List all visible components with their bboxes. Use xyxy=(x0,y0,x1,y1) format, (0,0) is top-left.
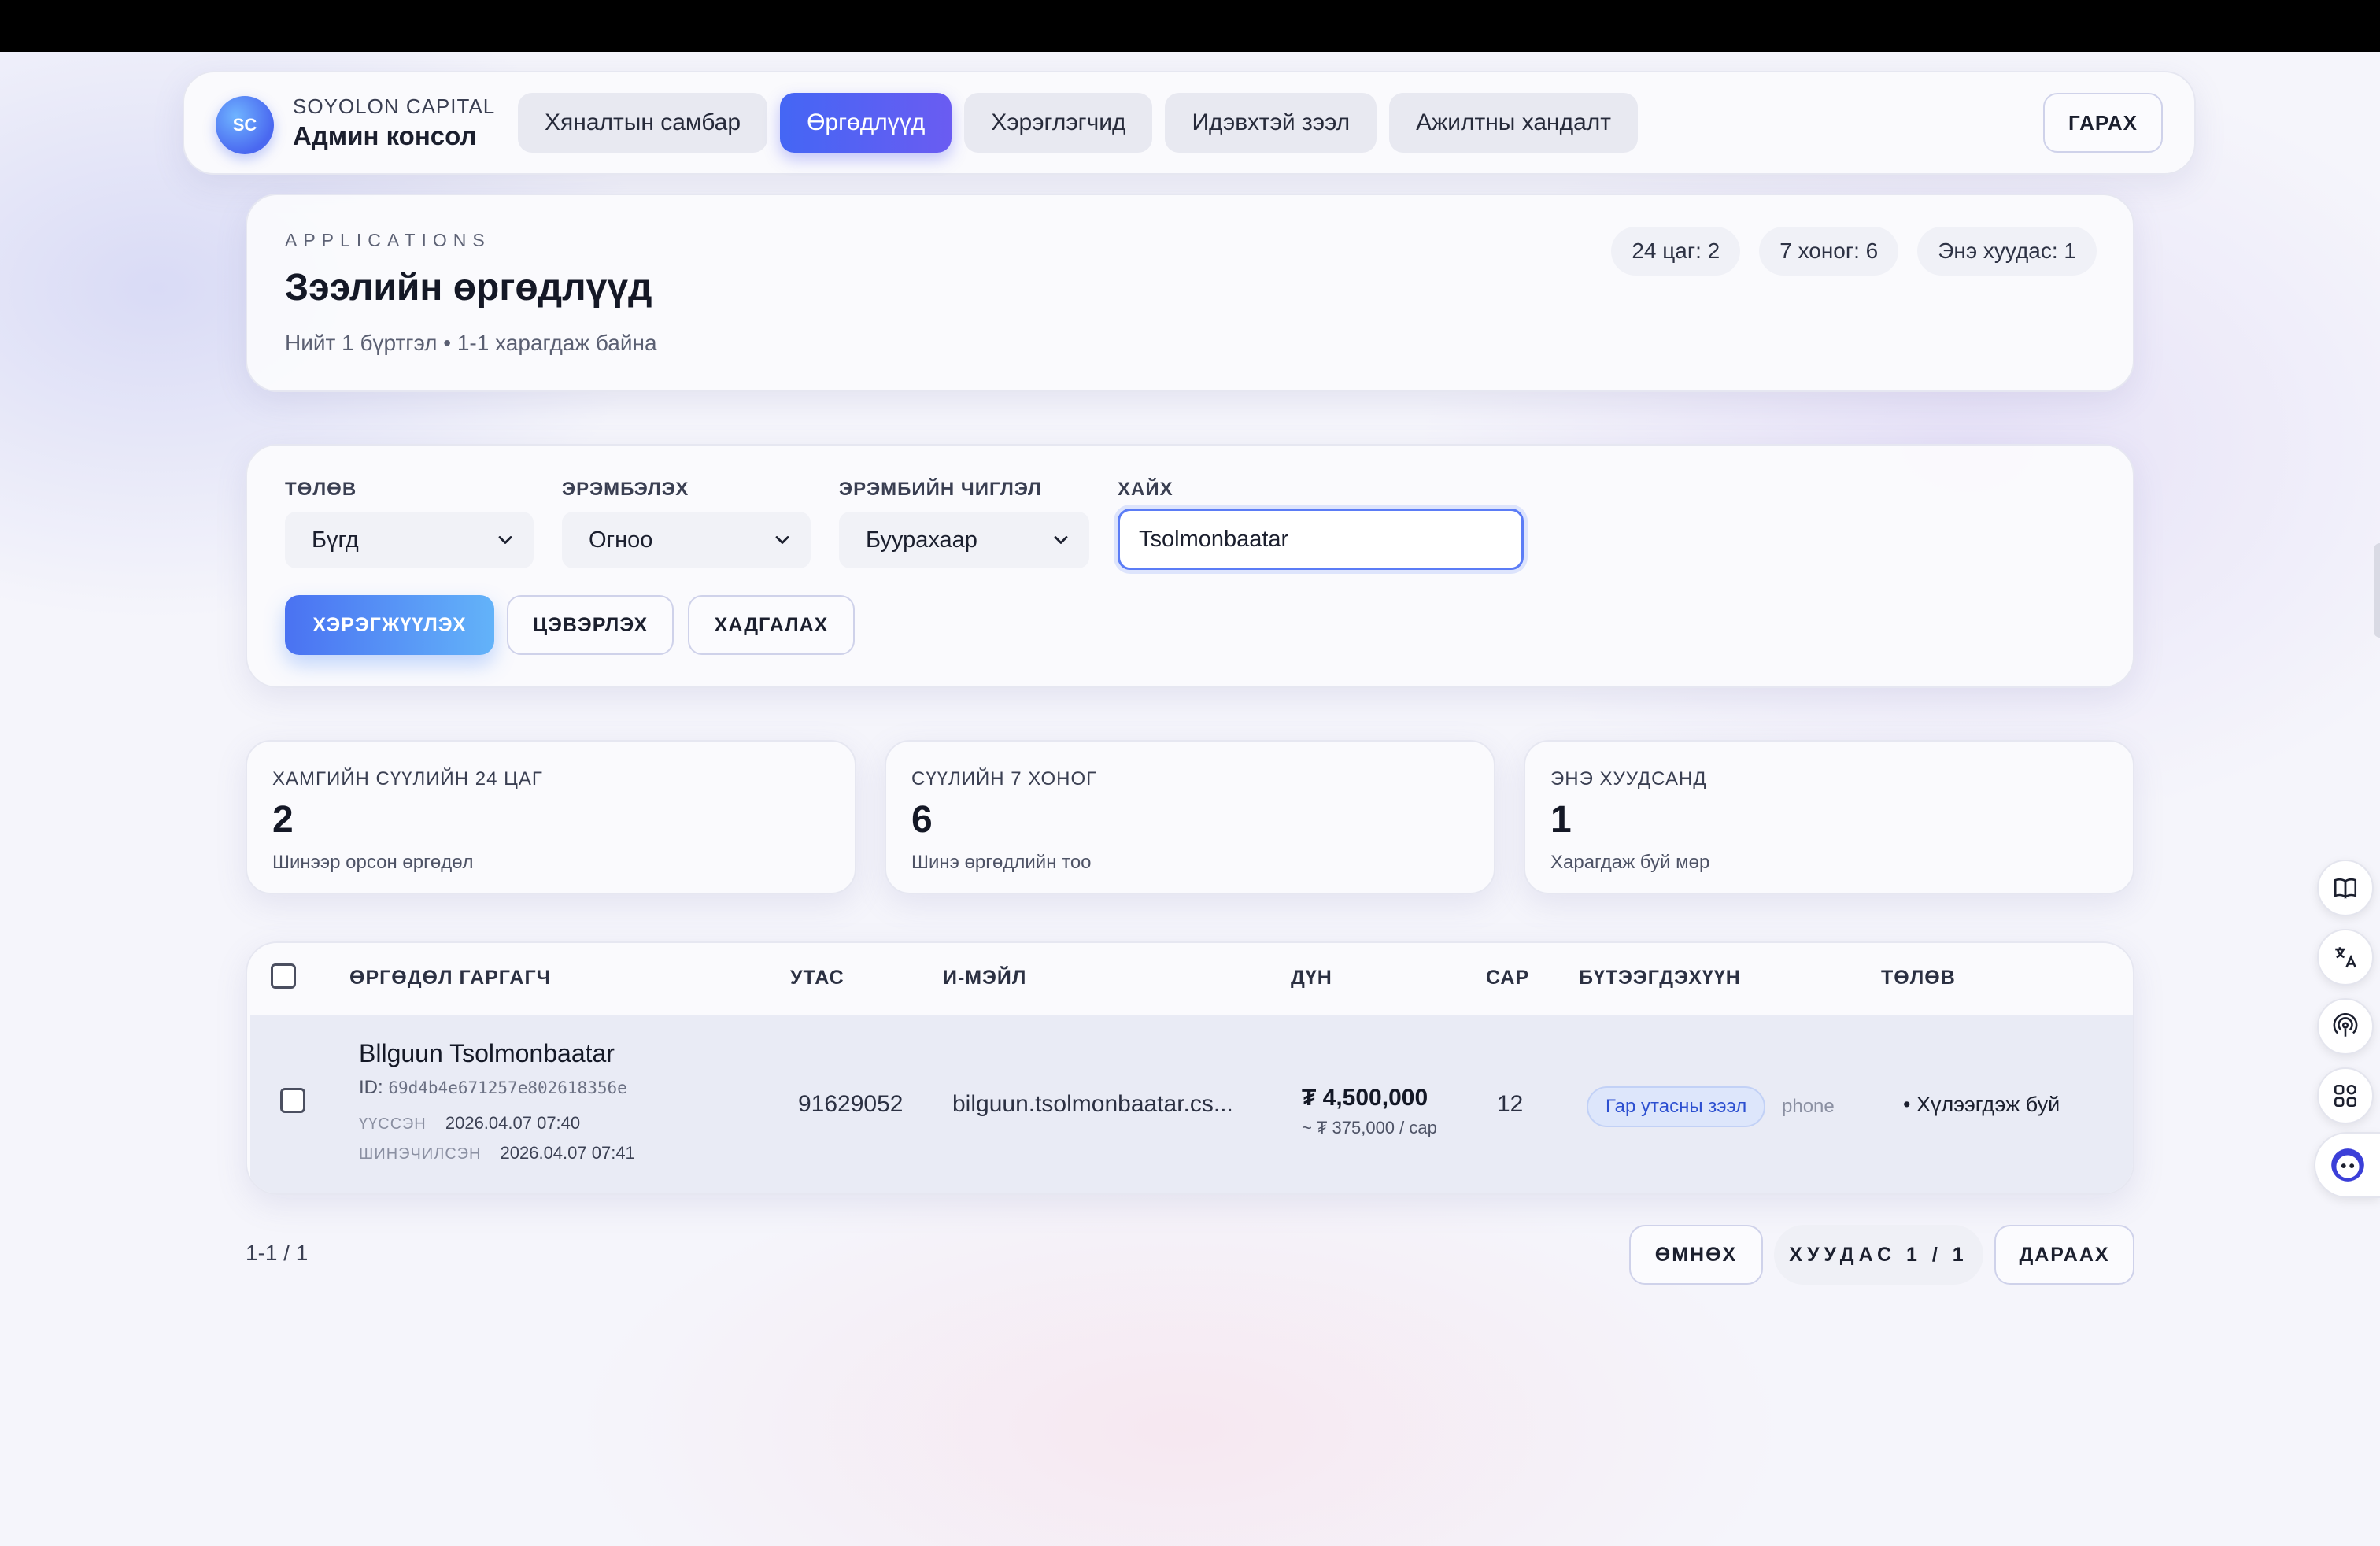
status-select-value: Бүгд xyxy=(312,527,359,553)
top-navigation: SC SOYOLON CAPITAL Админ консол Хяналтын… xyxy=(183,71,2196,175)
chip-this-page: Энэ хуудас: 1 xyxy=(1917,227,2097,276)
chevron-down-icon xyxy=(498,536,512,544)
brand-console: Админ консол xyxy=(293,121,477,150)
prev-page-button[interactable]: ӨМНӨХ xyxy=(1629,1225,1763,1285)
sort-select[interactable]: Огноо xyxy=(562,512,811,568)
created-label: ҮҮССЭН xyxy=(359,1115,427,1133)
status-select[interactable]: Бүгд xyxy=(285,512,534,568)
applicant-name: Bllguun Tsolmonbaatar xyxy=(359,1039,615,1067)
side-panel-handle[interactable] xyxy=(2374,543,2380,638)
page-indicator: ХУУДАС 1 / 1 xyxy=(1774,1225,1983,1285)
chevron-down-icon xyxy=(775,536,789,544)
stat-title: СҮҮЛИЙН 7 ХОНОГ xyxy=(911,768,1098,790)
tab-applications[interactable]: Өргөдлүүд xyxy=(780,93,952,153)
brand-logo: SC xyxy=(216,96,274,154)
save-filters-button[interactable]: ХАДГАЛАХ xyxy=(688,595,855,655)
updated-meta: ШИНЭЧИЛСЭН 2026.04.07 07:41 xyxy=(359,1143,635,1163)
phone-cell: 91629052 xyxy=(798,1091,904,1117)
summary-chips: 24 цаг: 2 7 хоног: 6 Энэ хуудас: 1 xyxy=(1611,227,2097,276)
table-header: ӨРГӨДӨЛ ГАРГАГЧ УТАС И-МЭЙЛ ДҮН САР БҮТЭ… xyxy=(247,943,2133,1015)
page-title: Зээлийн өргөдлүүд xyxy=(285,267,652,309)
stat-title: ХАМГИЙН СҮҮЛИЙН 24 ЦАГ xyxy=(272,768,543,790)
applications-table: ӨРГӨДӨЛ ГАРГАГЧ УТАС И-МЭЙЛ ДҮН САР БҮТЭ… xyxy=(246,941,2134,1195)
created-value: 2026.04.07 07:40 xyxy=(445,1113,581,1133)
logout-button[interactable]: ГАРАХ xyxy=(2043,93,2163,153)
row-checkbox[interactable] xyxy=(280,1088,305,1113)
direction-select[interactable]: Буурахаар xyxy=(839,512,1089,568)
search-input[interactable] xyxy=(1118,509,1524,570)
podcast-icon[interactable] xyxy=(2317,998,2374,1055)
search-label: ХАЙХ xyxy=(1118,479,1173,500)
results-count: 1-1 / 1 xyxy=(246,1241,309,1265)
id-value: 69d4b4e671257e802618356e xyxy=(388,1078,627,1097)
status-badge: • Хүлээгдэж буй xyxy=(1903,1093,2060,1116)
stat-value: 1 xyxy=(1550,799,1572,841)
brand-company: SOYOLON CAPITAL xyxy=(293,94,496,118)
status-filter-label: ТӨЛӨВ xyxy=(285,479,357,500)
id-label: ID: xyxy=(359,1077,383,1098)
sort-select-value: Огноо xyxy=(589,527,653,553)
chip-7d: 7 хоног: 6 xyxy=(1759,227,1899,276)
tab-active-loans[interactable]: Идэвхтэй зээл xyxy=(1165,93,1377,153)
filter-card: ТӨЛӨВ Бүгд ЭРЭМБЭЛЭХ Огноо ЭРЭМБИЙН ЧИГЛ… xyxy=(246,444,2134,688)
apps-icon[interactable] xyxy=(2317,1067,2374,1124)
email-cell: bilguun.tsolmonbaatar.cs... xyxy=(952,1091,1233,1117)
next-page-button[interactable]: ДАРААХ xyxy=(1994,1225,2134,1285)
sort-filter-label: ЭРЭМБЭЛЭХ xyxy=(562,479,689,500)
chevron-down-icon xyxy=(1054,536,1068,544)
stat-description: Шинэ өргөдлийн тоо xyxy=(911,852,1092,873)
stat-card-7d: СҮҮЛИЙН 7 ХОНОГ 6 Шинэ өргөдлийн тоо xyxy=(885,740,1495,894)
assistant-icon[interactable] xyxy=(2314,1132,2380,1198)
created-meta: ҮҮССЭН 2026.04.07 07:40 xyxy=(359,1113,580,1134)
stat-card-this-page: ЭНЭ ХУУДСАНД 1 Харагдаж буй мөр xyxy=(1524,740,2134,894)
column-product[interactable]: БҮТЭЭГДЭХҮҮН xyxy=(1579,967,1741,989)
tab-dashboard[interactable]: Хяналтын самбар xyxy=(518,93,768,153)
months-cell: 12 xyxy=(1497,1091,1524,1117)
column-email[interactable]: И-МЭЙЛ xyxy=(943,967,1026,989)
direction-filter-label: ЭРЭМБИЙН ЧИГЛЭЛ xyxy=(839,479,1042,500)
application-id: ID: 69d4b4e671257e802618356e xyxy=(359,1077,627,1099)
column-applicant[interactable]: ӨРГӨДӨЛ ГАРГАГЧ xyxy=(349,967,551,989)
clear-filters-button[interactable]: ЦЭВЭРЛЭХ xyxy=(507,595,674,655)
column-status[interactable]: ТӨЛӨВ xyxy=(1881,967,1956,989)
column-phone[interactable]: УТАС xyxy=(790,967,844,989)
column-amount[interactable]: ДҮН xyxy=(1291,967,1332,989)
page-subtitle: Нийт 1 бүртгэл • 1-1 харагдаж байна xyxy=(285,331,657,355)
stat-value: 2 xyxy=(272,799,294,841)
monthly-payment: ~ ₮ 375,000 / сар xyxy=(1302,1118,1437,1137)
nav-tabs: Хяналтын самбар Өргөдлүүд Хэрэглэгчид Ид… xyxy=(518,93,1639,153)
updated-label: ШИНЭЧИЛСЭН xyxy=(359,1145,482,1163)
table-row[interactable]: Bllguun Tsolmonbaatar ID: 69d4b4e671257e… xyxy=(250,1015,2133,1193)
tab-staff-access[interactable]: Ажилтны хандалт xyxy=(1389,93,1639,153)
window-top-bar xyxy=(0,0,2380,52)
stat-description: Харагдаж буй мөр xyxy=(1550,852,1710,873)
direction-select-value: Буурахаар xyxy=(866,527,978,553)
stat-title: ЭНЭ ХУУДСАНД xyxy=(1550,768,1707,790)
apply-filters-button[interactable]: ХЭРЭГЖҮҮЛЭХ xyxy=(285,595,494,655)
product-badge: Гар утасны зээл xyxy=(1587,1086,1766,1127)
amount-cell: ₮ 4,500,000 xyxy=(1302,1085,1428,1111)
page-header-card: APPLICATIONS Зээлийн өргөдлүүд Нийт 1 бү… xyxy=(246,194,2134,392)
translate-icon[interactable] xyxy=(2317,929,2374,986)
section-eyebrow: APPLICATIONS xyxy=(285,230,491,250)
stat-value: 6 xyxy=(911,799,933,841)
stat-card-24h: ХАМГИЙН СҮҮЛИЙН 24 ЦАГ 2 Шинээр орсон өр… xyxy=(246,740,856,894)
updated-value: 2026.04.07 07:41 xyxy=(500,1143,635,1163)
book-icon[interactable] xyxy=(2317,860,2374,916)
tab-users[interactable]: Хэрэглэгчид xyxy=(964,93,1153,153)
column-months[interactable]: САР xyxy=(1486,967,1529,989)
chip-24h: 24 цаг: 2 xyxy=(1611,227,1741,276)
select-all-checkbox[interactable] xyxy=(271,963,296,989)
stat-description: Шинээр орсон өргөдөл xyxy=(272,852,474,873)
product-type: phone xyxy=(1782,1096,1835,1117)
